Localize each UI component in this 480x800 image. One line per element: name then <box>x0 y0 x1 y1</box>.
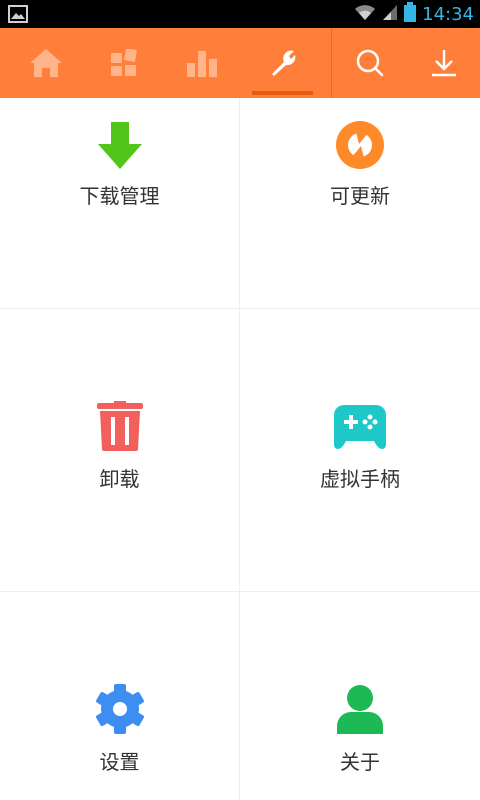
bar-chart-icon <box>187 49 219 77</box>
grid-item-label: 卸载 <box>99 467 140 491</box>
grid-item-settings[interactable]: 设置 <box>0 592 240 800</box>
gamepad-icon <box>334 403 386 453</box>
person-icon <box>337 684 383 738</box>
tab-tools[interactable] <box>252 28 313 98</box>
gear-icon <box>95 684 145 738</box>
grid-icon <box>110 49 138 77</box>
grid-item-label: 可更新 <box>330 184 390 208</box>
grid-item-download-manager[interactable]: 下载管理 <box>0 98 240 309</box>
tab-download[interactable] <box>408 28 480 98</box>
trash-icon <box>96 401 143 455</box>
gallery-notification-icon <box>8 5 28 27</box>
home-icon <box>29 48 63 78</box>
signal-icon <box>382 3 398 25</box>
status-time: 14:34 <box>422 3 474 25</box>
grid-item-about[interactable]: 关于 <box>240 592 480 800</box>
tab-ranking[interactable] <box>172 28 234 98</box>
grid-item-label: 下载管理 <box>79 184 160 208</box>
wifi-icon <box>354 3 376 25</box>
wrench-icon <box>268 48 298 78</box>
download-arrow-icon <box>97 122 143 174</box>
grid-item-label: 设置 <box>99 750 140 774</box>
status-bar: 14:34 <box>0 0 480 28</box>
battery-icon <box>404 2 417 26</box>
grid-item-uninstall[interactable]: 卸载 <box>0 309 240 592</box>
active-tab-indicator <box>252 91 313 95</box>
tab-divider <box>331 28 332 98</box>
grid-item-label: 虚拟手柄 <box>320 467 400 491</box>
search-icon <box>355 48 385 78</box>
update-icon <box>335 120 385 174</box>
grid-item-virtual-gamepad[interactable]: 虚拟手柄 <box>240 309 480 592</box>
tools-grid: 下载管理 可更新 卸载 虚拟手柄 设置 关于 <box>0 98 480 800</box>
tab-search[interactable] <box>336 28 404 98</box>
tab-home[interactable] <box>0 28 92 98</box>
download-icon <box>429 48 459 78</box>
top-tab-bar <box>0 28 480 98</box>
grid-item-updatable[interactable]: 可更新 <box>240 98 480 309</box>
tab-categories[interactable] <box>92 28 156 98</box>
grid-item-label: 关于 <box>340 750 380 774</box>
